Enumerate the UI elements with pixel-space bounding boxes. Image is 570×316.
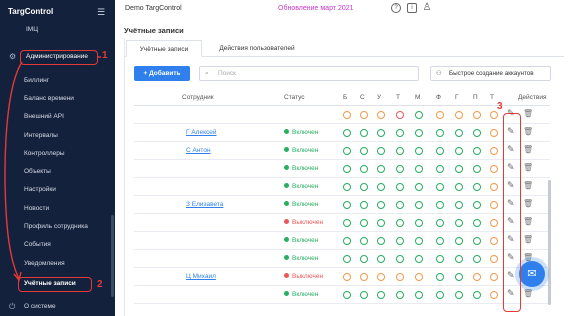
annotation-arrow bbox=[4, 56, 101, 282]
